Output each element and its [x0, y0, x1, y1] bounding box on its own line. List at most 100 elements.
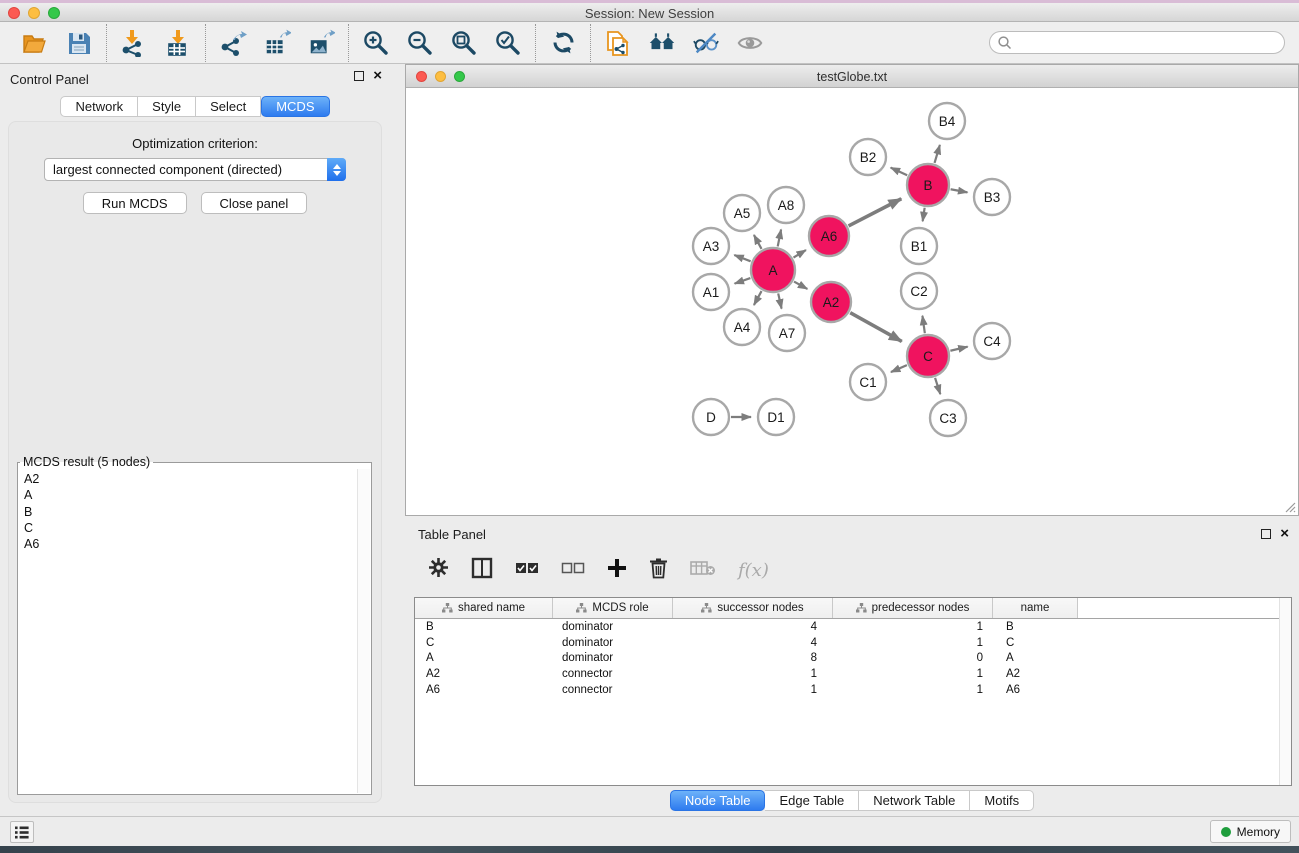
tab-network[interactable]: Network	[60, 96, 138, 117]
mcds-result-item[interactable]: A6	[24, 536, 365, 552]
zoom-out-icon[interactable]	[406, 29, 434, 57]
zoom-fit-icon[interactable]	[450, 29, 478, 57]
table-row[interactable]: Bdominator41B	[415, 619, 1291, 635]
resize-grip-icon[interactable]	[1284, 501, 1296, 513]
gear-icon[interactable]	[428, 557, 449, 583]
column-header-name[interactable]: name	[993, 598, 1078, 618]
graph-node-A3[interactable]: A3	[693, 228, 729, 264]
graph-edge-A-A8[interactable]	[778, 230, 781, 247]
refresh-icon[interactable]	[549, 29, 577, 57]
graph-edge-A-A5[interactable]	[754, 235, 762, 249]
open-file-icon[interactable]	[21, 29, 49, 57]
table-row[interactable]: Cdominator41C	[415, 635, 1291, 651]
graph-edge-C-C2[interactable]	[922, 316, 924, 333]
column-header-shared-name[interactable]: shared name	[415, 598, 553, 618]
import-network-icon[interactable]	[120, 29, 148, 57]
mcds-result-item[interactable]: B	[24, 504, 365, 520]
graph-edge-B-B1[interactable]	[923, 208, 925, 222]
graph-edge-A-A6[interactable]	[794, 250, 806, 258]
add-column-icon[interactable]	[607, 558, 627, 583]
graph-node-A4[interactable]: A4	[724, 309, 760, 345]
graph-edge-C-C1[interactable]	[891, 365, 907, 372]
graph-node-B4[interactable]: B4	[929, 103, 965, 139]
graph-edge-C-C4[interactable]	[950, 347, 967, 351]
save-session-icon[interactable]	[65, 29, 93, 57]
function-builder-icon[interactable]: f(x)	[738, 560, 769, 581]
import-table-icon[interactable]	[164, 29, 192, 57]
graph-edge-B-B4[interactable]	[935, 145, 940, 163]
deselect-all-checkboxes-icon[interactable]	[561, 561, 585, 580]
graph-node-B1[interactable]: B1	[901, 228, 937, 264]
graph-node-B3[interactable]: B3	[974, 179, 1010, 215]
network-canvas[interactable]: A A1 A2 A3 A4 A5 A6 A7 A8 B B1 B2 B3 B4 C C1 C2 C3 C4 D D1	[406, 88, 1298, 515]
delete-column-icon[interactable]	[649, 557, 668, 584]
graph-edge-A6-B[interactable]	[849, 199, 902, 226]
graph-edge-C-C3[interactable]	[935, 378, 940, 394]
column-header-predecessor-nodes[interactable]: predecessor nodes	[833, 598, 993, 618]
export-image-icon[interactable]	[307, 29, 335, 57]
graph-node-A2[interactable]: A2	[811, 282, 851, 322]
graph-node-C2[interactable]: C2	[901, 273, 937, 309]
graph-edge-A-A1[interactable]	[735, 278, 751, 284]
close-panel-button[interactable]: Close panel	[201, 192, 308, 214]
zoom-in-icon[interactable]	[362, 29, 390, 57]
graph-node-C1[interactable]: C1	[850, 364, 886, 400]
graph-node-A7[interactable]: A7	[769, 315, 805, 351]
zoom-selected-icon[interactable]	[494, 29, 522, 57]
graph-node-D[interactable]: D	[693, 399, 729, 435]
clone-network-icon[interactable]	[604, 29, 632, 57]
float-panel-icon[interactable]	[354, 71, 364, 81]
tab-mcds[interactable]: MCDS	[261, 96, 329, 117]
table-row[interactable]: A2connector11A2	[415, 666, 1291, 682]
network-graph[interactable]: A A1 A2 A3 A4 A5 A6 A7 A8 B B1 B2 B3 B4 C C1 C2 C3 C4 D D1	[406, 88, 1298, 515]
export-network-icon[interactable]	[219, 29, 247, 57]
show-eye-icon[interactable]	[736, 29, 764, 57]
tab-network-table[interactable]: Network Table	[859, 790, 970, 811]
hide-glasses-icon[interactable]	[692, 29, 720, 57]
column-header-mcds-role[interactable]: MCDS role	[553, 598, 673, 618]
graph-node-A6[interactable]: A6	[809, 216, 849, 256]
graph-node-D1[interactable]: D1	[758, 399, 794, 435]
graph-node-A1[interactable]: A1	[693, 274, 729, 310]
select-all-checkboxes-icon[interactable]	[515, 561, 539, 580]
delete-table-icon[interactable]	[690, 560, 716, 581]
graph-edge-A2-C[interactable]	[850, 313, 902, 342]
tab-node-table[interactable]: Node Table	[670, 790, 766, 811]
mcds-result-item[interactable]: A	[24, 487, 365, 503]
graph-node-C4[interactable]: C4	[974, 323, 1010, 359]
tab-edge-table[interactable]: Edge Table	[765, 790, 859, 811]
column-header-successor-nodes[interactable]: successor nodes	[673, 598, 833, 618]
close-panel-icon[interactable]: ×	[373, 71, 382, 81]
search-input[interactable]	[989, 31, 1285, 54]
float-table-panel-icon[interactable]	[1261, 529, 1271, 539]
graph-node-C3[interactable]: C3	[930, 400, 966, 436]
mcds-result-item[interactable]: A2	[24, 471, 365, 487]
graph-edge-A-A4[interactable]	[754, 291, 762, 305]
run-mcds-button[interactable]: Run MCDS	[83, 192, 187, 214]
export-table-icon[interactable]	[263, 29, 291, 57]
graph-edge-B-B3[interactable]	[951, 189, 968, 192]
column-table-icon[interactable]	[471, 557, 493, 584]
graph-node-B[interactable]: B	[907, 164, 949, 206]
graph-edge-A-A2[interactable]	[794, 282, 807, 289]
tab-select[interactable]: Select	[196, 96, 261, 117]
tab-style[interactable]: Style	[138, 96, 196, 117]
graph-node-A8[interactable]: A8	[768, 187, 804, 223]
graph-edge-A-A3[interactable]	[734, 255, 750, 261]
memory-button[interactable]: Memory	[1210, 820, 1291, 843]
graph-node-B2[interactable]: B2	[850, 139, 886, 175]
tab-motifs[interactable]: Motifs	[970, 790, 1034, 811]
mcds-result-list[interactable]: A2 A B C A6	[18, 469, 371, 794]
cybrowser-home-icon[interactable]	[648, 29, 676, 57]
graph-node-C[interactable]: C	[907, 335, 949, 377]
criterion-dropdown[interactable]: largest connected component (directed)	[44, 158, 346, 181]
graph-edge-B-B2[interactable]	[891, 168, 908, 176]
graph-node-A[interactable]: A	[751, 248, 795, 292]
close-table-panel-icon[interactable]: ×	[1280, 529, 1289, 539]
table-row[interactable]: A6connector11A6	[415, 682, 1291, 698]
graph-edge-A-A7[interactable]	[778, 293, 781, 308]
task-history-button[interactable]	[10, 821, 34, 843]
table-scrollbar[interactable]	[1279, 598, 1291, 785]
graph-node-A5[interactable]: A5	[724, 195, 760, 231]
mcds-result-item[interactable]: C	[24, 520, 365, 536]
